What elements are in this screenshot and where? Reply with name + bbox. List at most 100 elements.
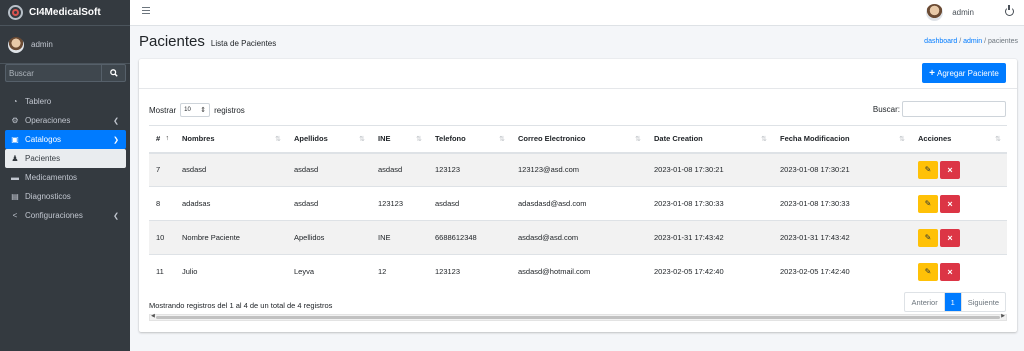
brand-link[interactable]: CI4MedicalSoft (0, 0, 130, 26)
sidebar-item-medicamentos[interactable]: ▬ Medicamentos (5, 168, 126, 187)
person-icon: ♟ (11, 154, 19, 163)
edit-icon: ✎ (924, 267, 932, 277)
cell-date-creation: 2023-01-08 17:30:33 (647, 186, 773, 221)
cell-telefono: 6688612348 (428, 220, 511, 255)
cell-nombres: Julio (175, 254, 287, 289)
cell-ine: asdasd (371, 152, 428, 187)
cell-correo: 123123@asd.com (511, 152, 647, 187)
user-panel[interactable]: admin (0, 26, 130, 64)
edit-button[interactable]: ✎ (918, 262, 938, 281)
cell-telefono: asdasd (428, 186, 511, 221)
share-icon: < (12, 211, 18, 220)
breadcrumb-admin[interactable]: admin (963, 38, 982, 45)
cell-apellidos: asdasd (287, 152, 371, 187)
table-info: Mostrando registros del 1 al 4 de un tot… (149, 301, 333, 310)
book-icon: ▣ (11, 135, 19, 144)
plus-icon: + (929, 67, 935, 79)
cell-id: 11 (149, 254, 175, 289)
scrollbar-thumb[interactable] (156, 316, 1000, 319)
users-cog-icon: ⚙ (11, 116, 19, 125)
cell-nombres: Nombre Paciente (175, 220, 287, 255)
sidebar-item-pacientes[interactable]: ♟ Pacientes (5, 149, 126, 168)
breadcrumb-current: pacientes (988, 38, 1018, 45)
show-label: Mostrar (149, 105, 177, 115)
cell-telefono: 123123 (428, 152, 511, 187)
sidebar-item-label: Tablero (25, 97, 52, 106)
edit-button[interactable]: ✎ (918, 160, 938, 179)
add-patient-button[interactable]: + Agregar Paciente (922, 63, 1006, 83)
pagination-page[interactable]: 1 (944, 293, 961, 311)
sidebar-item-configuraciones[interactable]: < Configuraciones ❮ (5, 206, 126, 225)
delete-button[interactable]: × (940, 228, 960, 247)
sidebar-item-tablero[interactable]: ◔ Tablero (5, 92, 126, 111)
sidebar-search-button[interactable] (101, 64, 126, 82)
add-patient-label: Agregar Paciente (937, 68, 999, 78)
delete-button[interactable]: × (940, 262, 960, 281)
table-row: 10 Nombre Paciente Apellidos INE 6688612… (149, 220, 1007, 255)
sidebar-item-label: Catalogos (25, 135, 62, 144)
menu-toggle-icon[interactable] (142, 7, 150, 14)
scroll-left-icon[interactable]: ◀ (151, 313, 155, 319)
pagination: Anterior 1 Siguiente (904, 292, 1006, 312)
avatar (8, 36, 24, 53)
brand-logo-icon (8, 5, 23, 20)
col-header-telefono[interactable]: Telefono ⇅ (428, 125, 511, 154)
sort-icon: ⇅ (995, 136, 1001, 143)
scroll-right-icon[interactable]: ▶ (1001, 313, 1005, 319)
cell-ine: 123123 (371, 186, 428, 221)
col-header-date-creation[interactable]: Date Creation ⇅ (647, 125, 773, 154)
page-header: Pacientes Lista de Pacientes (139, 33, 276, 50)
pagination-previous[interactable]: Anterior (905, 293, 945, 311)
col-header-fecha-modificacion[interactable]: Fecha Modificacion ⇅ (773, 125, 911, 154)
close-icon: × (947, 198, 953, 209)
dashboard-icon: ◔ (12, 97, 18, 106)
edit-button[interactable]: ✎ (918, 194, 938, 213)
breadcrumb-dashboard[interactable]: dashboard (924, 38, 957, 45)
cell-date-creation: 2023-01-31 17:43:42 (647, 220, 773, 255)
sidebar-item-catalogos[interactable]: ▣ Catalogos ❯ (5, 130, 126, 149)
patients-card: + Agregar Paciente Mostrar 10 registros … (139, 59, 1017, 332)
chevron-left-icon: ❮ (113, 212, 119, 220)
sidebar-item-diagnosticos[interactable]: ▤ Diagnosticos (5, 187, 126, 206)
sidebar-item-label: Medicamentos (25, 173, 78, 182)
cell-correo: asdasd@asd.com (511, 220, 647, 255)
records-label: registros (214, 105, 245, 115)
col-header-acciones[interactable]: Acciones ⇅ (911, 125, 1007, 154)
delete-button[interactable]: × (940, 194, 960, 213)
edit-icon: ✎ (924, 165, 932, 175)
search-icon (109, 69, 118, 77)
cell-id: 8 (149, 186, 175, 221)
sort-icon: ⇅ (359, 136, 365, 143)
sidebar-item-label: Pacientes (25, 154, 61, 163)
sidebar-search-input[interactable]: Buscar (5, 64, 101, 82)
sort-icon: ⇅ (275, 136, 281, 143)
page-length-select[interactable]: 10 (180, 103, 211, 117)
pagination-next[interactable]: Siguiente (960, 293, 1005, 311)
truck-icon: ▬ (11, 173, 19, 182)
avatar (926, 4, 944, 21)
cell-date-creation: 2023-01-08 17:30:21 (647, 152, 773, 187)
cell-acciones: ✎ × (911, 186, 1007, 221)
edit-icon: ✎ (924, 233, 932, 242)
table-row: 7 asdasd asdasd asdasd 123123 123123@asd… (149, 152, 1007, 187)
edit-button[interactable]: ✎ (918, 228, 938, 247)
horizontal-scrollbar[interactable]: ◀ ▶ (149, 313, 1007, 321)
page-length-control: Mostrar 10 registros (149, 103, 245, 117)
file-icon: ▤ (11, 192, 19, 201)
col-header-id[interactable]: # ↑ (149, 125, 175, 154)
delete-button[interactable]: × (940, 160, 960, 179)
power-icon[interactable] (1005, 5, 1014, 16)
cell-acciones: ✎ × (911, 220, 1007, 255)
sidebar-item-operaciones[interactable]: ⚙ Operaciones ❮ (5, 111, 126, 130)
table-search-input[interactable] (902, 101, 1006, 117)
page-subtitle: Lista de Pacientes (210, 39, 277, 48)
col-header-correo[interactable]: Correo Electronico ⇅ (511, 125, 647, 154)
breadcrumb: dashboard / admin / pacientes (924, 38, 1018, 45)
col-header-nombres[interactable]: Nombres ⇅ (175, 125, 287, 154)
cell-acciones: ✎ × (911, 254, 1007, 289)
col-header-ine[interactable]: INE ⇅ (371, 125, 428, 154)
chevron-left-icon: ❮ (113, 117, 119, 125)
edit-icon: ✎ (924, 199, 932, 208)
top-user-menu[interactable]: admin (926, 4, 974, 21)
col-header-apellidos[interactable]: Apellidos ⇅ (287, 125, 371, 154)
